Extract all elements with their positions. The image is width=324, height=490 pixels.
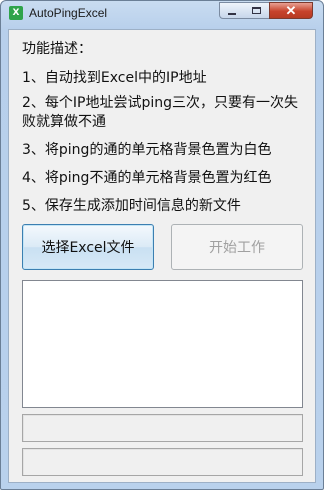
close-button[interactable]: ✕	[269, 2, 313, 19]
title-bar[interactable]: X AutoPingExcel ✕	[1, 1, 323, 27]
minimize-button[interactable]	[219, 2, 245, 19]
maximize-icon	[252, 7, 261, 14]
app-window: X AutoPingExcel ✕ 功能描述： 1、自动找到Excel中的IP地…	[0, 0, 324, 490]
minimize-icon	[228, 12, 236, 15]
window-title: AutoPingExcel	[29, 6, 108, 20]
description-item-3: 3、将ping的通的单元格背景色置为白色	[22, 142, 272, 158]
log-textarea[interactable]	[22, 280, 303, 408]
start-work-button[interactable]: 开始工作	[171, 224, 303, 270]
excel-app-icon: X	[9, 6, 23, 20]
close-icon: ✕	[285, 2, 297, 18]
description-item-5: 5、保存生成添加时间信息的新文件	[22, 198, 241, 214]
description-item-4: 4、将ping不通的单元格背景色置为红色	[22, 170, 272, 186]
main-panel: 功能描述： 1、自动找到Excel中的IP地址 2、每个IP地址尝试ping三次…	[8, 29, 316, 483]
select-excel-file-button[interactable]: 选择Excel文件	[22, 224, 154, 270]
description-item-2: 2、每个IP地址尝试ping三次，只要有一次失败就算做不通	[22, 95, 299, 130]
description-heading: 功能描述：	[22, 41, 92, 57]
description-item-1: 1、自动找到Excel中的IP地址	[22, 70, 207, 86]
status-field-2	[22, 448, 303, 476]
status-field-1	[22, 414, 303, 442]
maximize-button[interactable]	[244, 2, 270, 19]
